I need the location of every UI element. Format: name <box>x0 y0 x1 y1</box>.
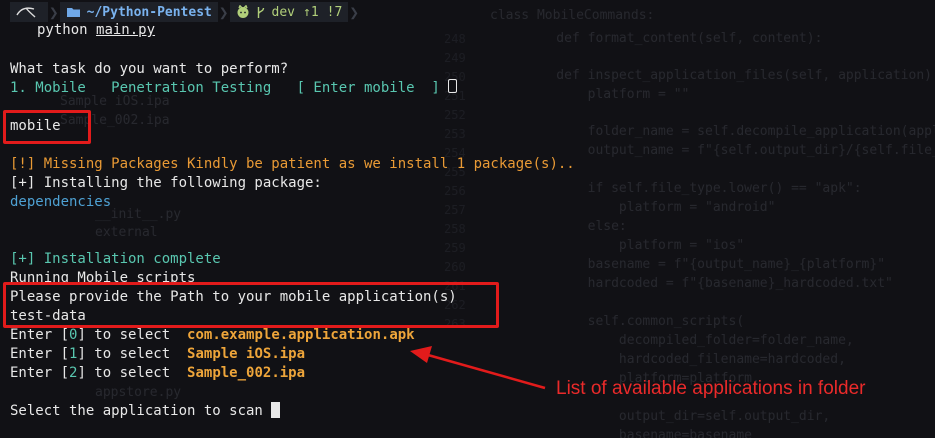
annotation-label: List of available applications in folder <box>556 378 866 399</box>
annotation-arrow <box>410 346 546 390</box>
